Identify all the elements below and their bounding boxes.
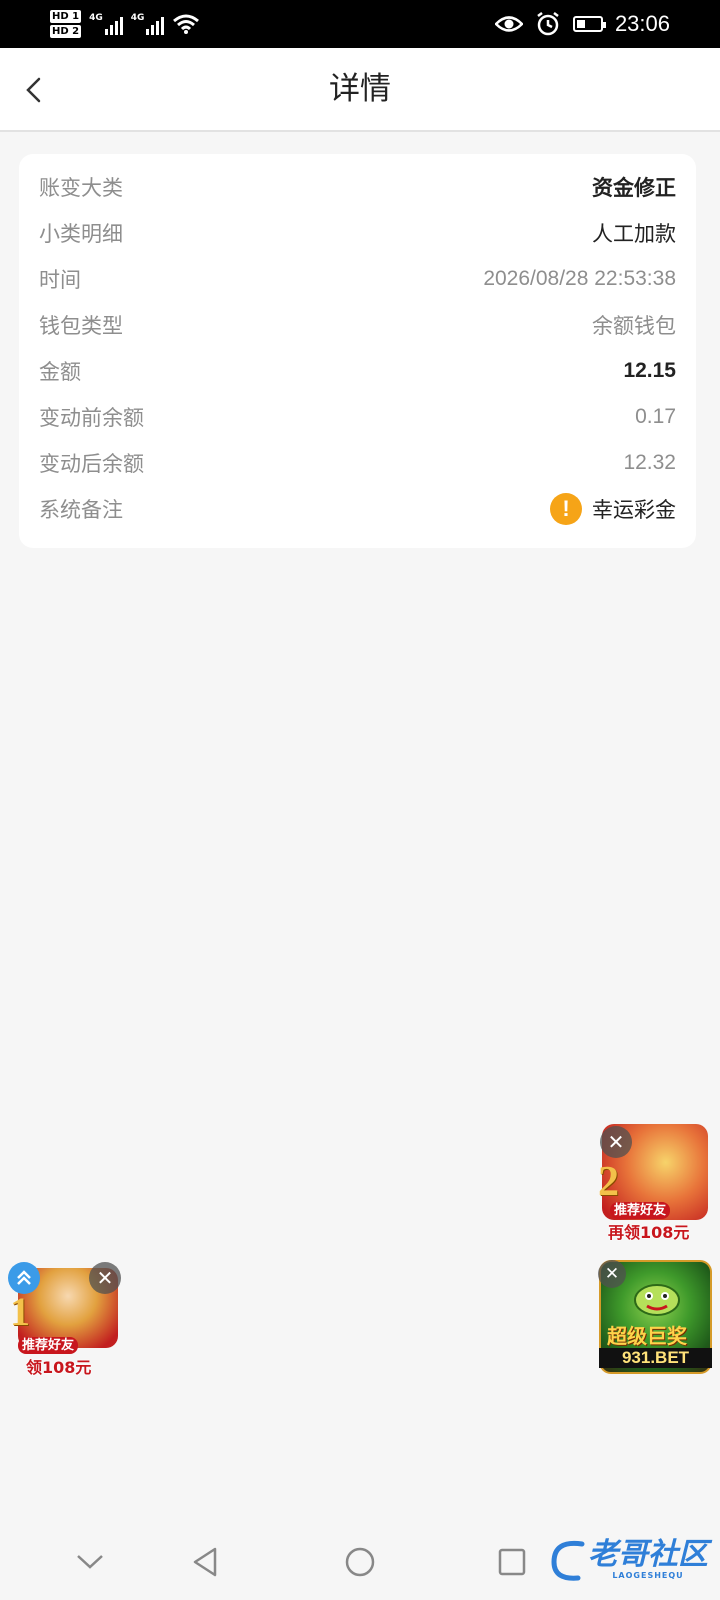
ad-close-button[interactable]: ✕ [600,1126,632,1158]
watermark-logo: 老哥社区 LAOGESHEQU [548,1530,708,1590]
clock: 23:06 [614,11,670,36]
detail-label: 系统备注 [39,498,123,522]
dragon-logo-icon [551,1540,585,1581]
battery-icon [572,16,606,32]
detail-value: 人工加款 [592,223,676,246]
warning-icon: ! [550,493,582,525]
circle-home-icon [345,1547,375,1577]
detail-row-note: 系统备注 ! 幸运彩金 [39,486,676,532]
detail-value: 12.32 [623,451,676,474]
nav-collapse-button[interactable] [70,1542,110,1582]
status-right: 23:06 [494,0,670,48]
detail-row: 变动后余额 12.32 [39,440,676,486]
sim-indicators: HD 1 HD 2 [50,10,82,38]
page-title: 详情 [329,71,391,107]
ad-badge: 推荐好友 [18,1337,79,1354]
detail-label: 金额 [39,360,81,384]
detail-value: 余额钱包 [592,315,676,338]
ad-close-button[interactable]: ✕ [598,1260,626,1288]
dragon-icon [634,1284,680,1316]
double-chevron-up-icon [17,1270,31,1285]
watermark-text: 老哥社区 [588,1537,708,1572]
square-recents-icon [498,1548,526,1576]
detail-row: 变动前余额 0.17 [39,394,676,440]
ad-subtitle: 再领108元 [608,1223,690,1242]
ad-number: 2 [598,1159,619,1205]
detail-row: 账变大类 资金修正 [39,164,676,210]
ad-number: 1 [10,1289,30,1334]
detail-label: 钱包类型 [39,314,123,338]
ad-title: 超级巨奖 [607,1324,687,1348]
detail-value: 12.15 [623,359,676,382]
app-header: 详情 [0,48,720,132]
sim1-hd-badge: HD 1 [50,10,82,23]
ad-site: 931.BET [599,1348,712,1368]
nav-recents-button[interactable] [492,1542,532,1582]
detail-row: 金额 12.15 [39,348,676,394]
detail-value: 2026/08/28 22:53:38 [483,267,676,290]
ad-close-button[interactable]: ✕ [89,1262,121,1294]
watermark-subtext: LAOGESHEQU [612,1571,684,1580]
detail-label: 变动后余额 [39,452,144,476]
detail-card: 账变大类 资金修正小类明细 人工加款时间 2026/08/28 22:53:38 钱包类… [19,154,696,548]
note-value: ! 幸运彩金 [550,493,676,525]
detail-label: 小类明细 [39,222,123,246]
status-bar: HD 1 HD 2 4G 4G 23:06 [0,0,720,48]
detail-value: 资金修正 [592,177,676,200]
detail-label: 时间 [39,268,81,292]
detail-label: 账变大类 [39,176,123,200]
scroll-top-button[interactable] [8,1262,40,1294]
alarm-icon [537,12,559,36]
chevron-down-icon [77,1555,103,1569]
nav-home-button[interactable] [340,1542,380,1582]
detail-label: 变动前余额 [39,406,144,430]
detail-value: 幸运彩金 [592,499,676,522]
eye-icon [494,16,523,32]
triangle-back-icon [193,1547,217,1577]
signal-icon: 4G [89,13,123,35]
wifi-icon [173,14,200,34]
detail-value: 0.17 [635,405,676,428]
sim2-hd-badge: HD 2 [50,25,82,38]
signal-icon-2: 4G [131,13,165,35]
status-left: HD 1 HD 2 4G 4G [50,4,200,44]
ad-badge: 推荐好友 [610,1202,671,1219]
detail-row: 时间 2026/08/28 22:53:38 [39,256,676,302]
detail-row: 钱包类型 余额钱包 [39,302,676,348]
nav-back-button[interactable] [185,1542,225,1582]
detail-row: 小类明细 人工加款 [39,210,676,256]
ad-subtitle: 领108元 [26,1358,92,1377]
